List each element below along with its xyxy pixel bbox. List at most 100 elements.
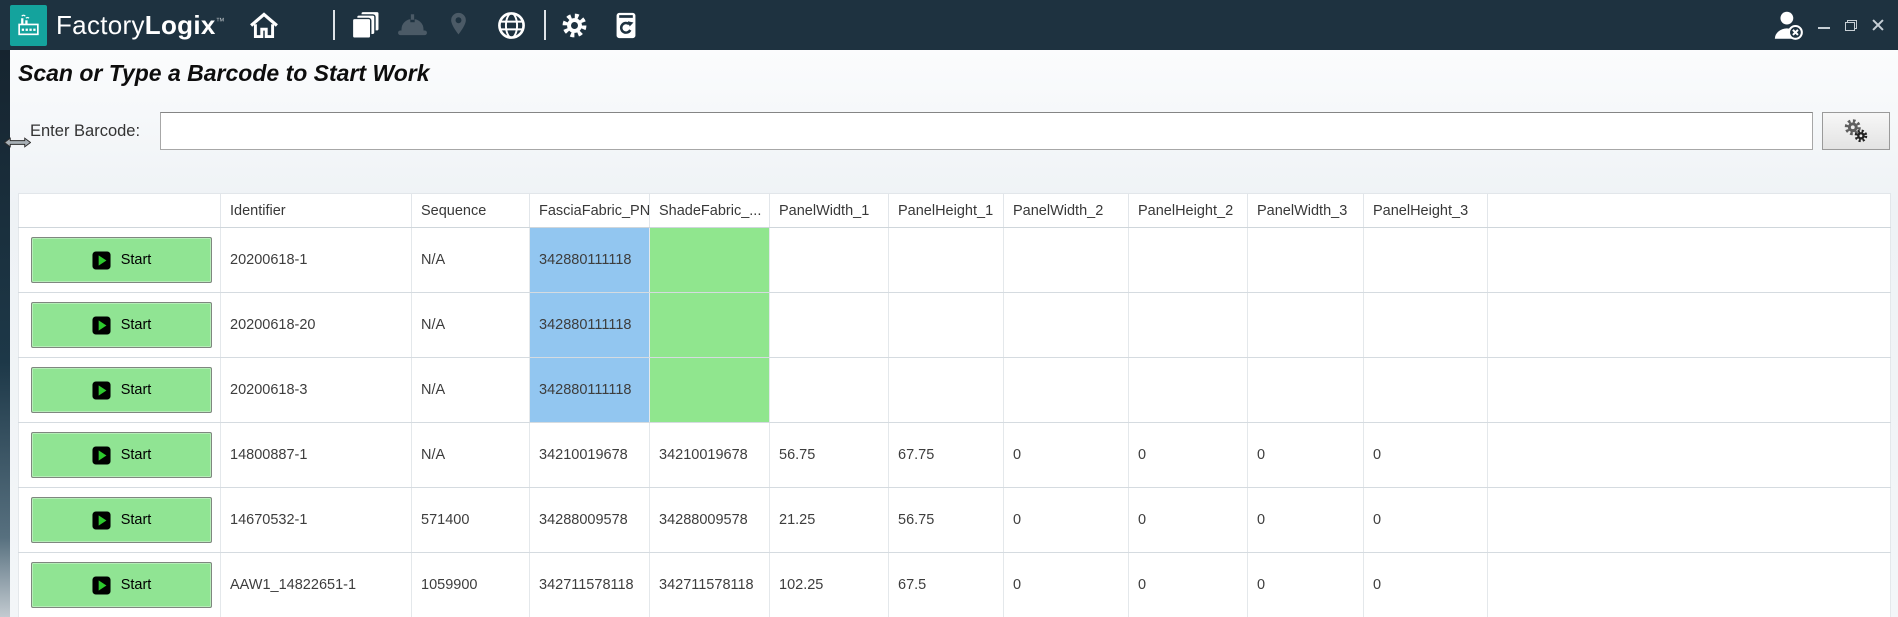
table-row: Start 20200618-1 N/A 342880111118 <box>18 227 1891 293</box>
column-header-fasciafabric-pn: FasciaFabric_PN <box>529 193 650 228</box>
cell-panel-width-3 <box>1247 227 1364 293</box>
barcode-settings-button[interactable] <box>1822 112 1890 150</box>
hardhat-button-disabled <box>396 12 429 38</box>
cell-panel-width-3 <box>1247 292 1364 358</box>
cell-panel-width-2: 0 <box>1003 487 1129 553</box>
window-controls <box>1818 19 1884 31</box>
start-button[interactable]: Start <box>31 237 212 283</box>
documents-button[interactable] <box>351 10 382 41</box>
gears-icon <box>1844 119 1868 143</box>
cell-panel-width-1: 102.25 <box>769 552 889 617</box>
page-title: Scan or Type a Barcode to Start Work <box>18 60 430 86</box>
table-header-row: Identifier Sequence FasciaFabric_PN ShadeFa… <box>18 193 1891 228</box>
column-header-panelheight-1: PanelHeight_1 <box>888 193 1004 228</box>
column-header-sequence: Sequence <box>411 193 530 228</box>
cell-panel-width-1: 21.25 <box>769 487 889 553</box>
play-icon <box>92 380 111 400</box>
cell-panel-width-1: 56.75 <box>769 422 889 488</box>
barcode-input[interactable] <box>160 112 1813 150</box>
start-button[interactable]: Start <box>31 432 212 478</box>
cell-panel-height-3 <box>1363 292 1488 358</box>
column-header-panelheight-3: PanelHeight_3 <box>1363 193 1488 228</box>
user-logout-icon <box>1774 11 1803 40</box>
documents-icon <box>351 10 380 39</box>
cell-identifier: AAW1_14822651-1 <box>220 552 412 617</box>
title-bar: FactoryLogix™ <box>0 0 1898 50</box>
cell-start: Start <box>18 292 221 358</box>
factorylogix-logo <box>10 4 47 46</box>
cell-empty <box>1487 422 1891 488</box>
cell-panel-height-3: 0 <box>1363 422 1488 488</box>
cell-shade-fabric <box>649 227 770 293</box>
cell-panel-width-1 <box>769 357 889 423</box>
main-content: Scan or Type a Barcode to Start Work Ent… <box>0 50 1898 617</box>
cell-empty <box>1487 357 1891 423</box>
cell-start: Start <box>18 227 221 293</box>
table-row: Start 20200618-20 N/A 342880111118 <box>18 292 1891 358</box>
start-button[interactable]: Start <box>31 367 212 413</box>
cell-panel-height-1: 67.5 <box>888 552 1004 617</box>
cell-shade-fabric <box>649 292 770 358</box>
cell-panel-height-3: 0 <box>1363 487 1488 553</box>
user-logout-button[interactable] <box>1772 9 1804 41</box>
cell-panel-height-2: 0 <box>1128 422 1248 488</box>
cell-panel-height-1 <box>888 357 1004 423</box>
work-order-table-body: Start 20200618-1 N/A 342880111118 Start 20200… <box>18 227 1891 617</box>
close-button[interactable] <box>1872 19 1884 31</box>
brand-factory: Factory <box>56 9 145 40</box>
column-header-empty <box>18 193 221 228</box>
globe-button[interactable] <box>497 11 526 40</box>
cell-panel-height-1: 56.75 <box>888 487 1004 553</box>
column-header-panelwidth-1: PanelWidth_1 <box>769 193 889 228</box>
table-row: Start AAW1_14822651-1 1059900 342711578118 3… <box>18 552 1891 617</box>
cell-sequence: N/A <box>411 292 530 358</box>
hardhat-icon <box>398 14 427 36</box>
cell-shade-fabric <box>649 357 770 423</box>
cell-panel-width-3: 0 <box>1247 552 1364 617</box>
restore-button[interactable] <box>1845 19 1857 31</box>
cell-panel-width-1 <box>769 292 889 358</box>
cell-panel-height-2: 0 <box>1128 552 1248 617</box>
start-button[interactable]: Start <box>31 497 212 543</box>
play-icon <box>92 250 111 270</box>
play-icon <box>92 315 111 335</box>
brand-logix: Logix <box>144 9 216 40</box>
cell-shade-fabric: 342711578118 <box>649 552 770 617</box>
cell-panel-height-1 <box>888 227 1004 293</box>
column-header-shadefabric: ShadeFabric_... <box>649 193 770 228</box>
cell-sequence: N/A <box>411 357 530 423</box>
cell-identifier: 14800887-1 <box>220 422 412 488</box>
cell-panel-height-3: 0 <box>1363 552 1488 617</box>
cell-fascia-fabric-pn: 342880111118 <box>529 292 650 358</box>
app-window: FactoryLogix™ Scan or Type a Barcode to … <box>0 0 1898 617</box>
brand-trademark: ™ <box>215 15 225 26</box>
horizontal-resize-cursor <box>4 137 31 148</box>
column-header-panelwidth-3: PanelWidth_3 <box>1247 193 1364 228</box>
brand-name: FactoryLogix™ <box>56 10 225 41</box>
settings-button[interactable] <box>561 12 588 39</box>
cell-panel-height-2 <box>1128 292 1248 358</box>
cell-identifier: 20200618-20 <box>220 292 412 358</box>
cell-identifier: 20200618-1 <box>220 227 412 293</box>
table-row: Start 14800887-1 N/A 34210019678 34210019678… <box>18 422 1891 488</box>
cell-fascia-fabric-pn: 34210019678 <box>529 422 650 488</box>
cell-fascia-fabric-pn: 342880111118 <box>529 357 650 423</box>
cell-sequence: 1059900 <box>411 552 530 617</box>
globe-icon <box>498 11 525 39</box>
cell-panel-width-3: 0 <box>1247 422 1364 488</box>
cell-shade-fabric: 34288009578 <box>649 487 770 553</box>
location-pin-button-disabled <box>448 11 469 40</box>
minimize-button[interactable] <box>1818 21 1830 29</box>
cell-panel-height-3 <box>1363 357 1488 423</box>
cell-fascia-fabric-pn: 34288009578 <box>529 487 650 553</box>
device-sync-button[interactable] <box>615 11 637 40</box>
cell-sequence: N/A <box>411 422 530 488</box>
table-row: Start 20200618-3 N/A 342880111118 <box>18 357 1891 423</box>
cell-panel-width-2 <box>1003 227 1129 293</box>
start-button[interactable]: Start <box>31 302 212 348</box>
cell-empty <box>1487 487 1891 553</box>
start-button[interactable]: Start <box>31 562 212 608</box>
home-button[interactable] <box>249 11 279 39</box>
cell-panel-height-1 <box>888 292 1004 358</box>
cell-shade-fabric: 34210019678 <box>649 422 770 488</box>
